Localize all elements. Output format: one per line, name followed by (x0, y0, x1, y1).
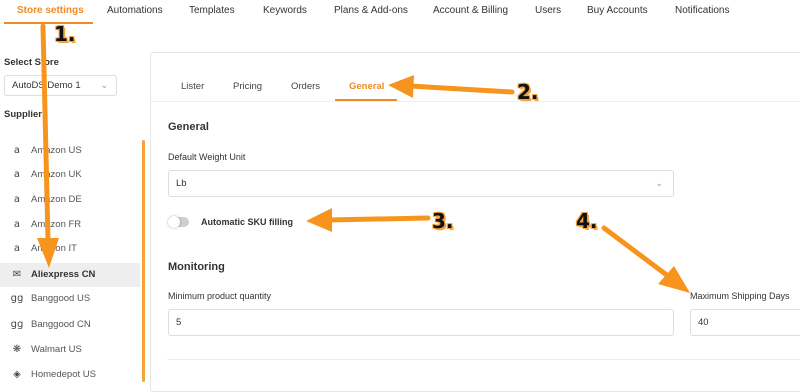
amazon-icon: a (13, 243, 21, 254)
step-1-marker: 1. (54, 22, 76, 46)
tab-automations[interactable]: Automations (107, 0, 163, 22)
sidebar-item-banggood-us[interactable]: gg Banggood US (0, 287, 140, 311)
tab-keywords[interactable]: Keywords (263, 0, 307, 22)
supplier-label-text: Banggood CN (31, 319, 91, 330)
amazon-icon: a (13, 219, 21, 230)
chevron-down-icon: ⌄ (100, 80, 108, 90)
tab-store-settings[interactable]: Store settings (17, 0, 84, 22)
max-shipping-label: Maximum Shipping Days (690, 291, 790, 301)
min-qty-input[interactable]: 5 (168, 309, 674, 336)
sidebar-item-amazon-us[interactable]: a Amazon US (0, 139, 140, 163)
step-4-marker: 4. (576, 209, 598, 233)
tab-users[interactable]: Users (535, 0, 561, 22)
banggood-icon: gg (10, 319, 24, 330)
amazon-icon: a (13, 194, 21, 205)
supplier-label-text: Amazon IT (31, 243, 77, 254)
step-2-marker: 2. (517, 80, 539, 104)
chevron-down-icon: ⌄ (655, 178, 663, 188)
max-shipping-value: 40 (698, 317, 709, 328)
settings-panel: Lister Pricing Orders General General De… (150, 52, 800, 392)
sidebar-item-amazon-de[interactable]: a Amazon DE (0, 188, 140, 212)
sidebar-item-homedepot-us[interactable]: ◈ Homedepot US (0, 363, 140, 387)
store-select[interactable]: AutoDS Demo 1 ⌄ (4, 75, 117, 96)
supplier-label-text: Banggood US (31, 293, 91, 304)
sidebar-item-amazon-fr[interactable]: a Amazon FR (0, 213, 140, 237)
min-qty-value: 5 (176, 317, 182, 328)
top-navigation: Store settings Automations Templates Key… (0, 0, 800, 24)
supplier-label-text: Amazon UK (31, 169, 82, 180)
homedepot-icon: ◈ (13, 369, 21, 380)
supplier-label-text: Homedepot US (31, 369, 96, 380)
amazon-icon: a (13, 145, 21, 156)
sidebar: Select Store AutoDS Demo 1 ⌄ Supplier a … (0, 24, 145, 382)
sidebar-scrollbar[interactable] (142, 140, 145, 382)
amazon-icon: a (13, 169, 21, 180)
sku-toggle[interactable] (168, 216, 189, 228)
min-qty-label: Minimum product quantity (168, 291, 272, 301)
weight-unit-label: Default Weight Unit (168, 152, 246, 162)
general-heading: General (168, 121, 209, 133)
weight-unit-value: Lb (176, 178, 187, 189)
weight-unit-select[interactable]: Lb ⌄ (168, 170, 674, 197)
tab-general[interactable]: General (349, 81, 384, 92)
max-shipping-input[interactable]: 40 (690, 309, 800, 336)
tab-buy-accounts[interactable]: Buy Accounts (587, 0, 648, 22)
tab-lister[interactable]: Lister (181, 81, 204, 92)
tab-plans-addons[interactable]: Plans & Add-ons (334, 0, 408, 22)
tab-pricing[interactable]: Pricing (233, 81, 262, 92)
step-3-marker: 3. (432, 209, 454, 233)
panel-divider (167, 359, 800, 360)
walmart-icon: ❋ (12, 344, 22, 355)
settings-subtabs: Lister Pricing Orders General (151, 53, 800, 102)
tab-notifications[interactable]: Notifications (675, 0, 729, 22)
supplier-label-text: Amazon DE (31, 194, 82, 205)
sku-toggle-label: Automatic SKU filling (201, 217, 293, 227)
store-select-value: AutoDS Demo 1 (12, 80, 81, 91)
sidebar-item-aliexpress-cn[interactable]: ✉ Aliexpress CN (0, 263, 140, 287)
supplier-label: Supplier (4, 109, 43, 120)
supplier-label-text: Amazon US (31, 145, 82, 156)
active-subtab-underline (335, 99, 397, 101)
monitoring-heading: Monitoring (168, 261, 225, 273)
supplier-label-text: Amazon FR (31, 219, 82, 230)
supplier-label-text: Walmart US (31, 344, 82, 355)
sidebar-item-banggood-cn[interactable]: gg Banggood CN (0, 313, 140, 337)
select-store-label: Select Store (4, 57, 59, 68)
sidebar-item-walmart-us[interactable]: ❋ Walmart US (0, 338, 140, 362)
sidebar-item-amazon-it[interactable]: a Amazon IT (0, 237, 140, 261)
aliexpress-icon: ✉ (12, 269, 22, 280)
tab-account-billing[interactable]: Account & Billing (433, 0, 508, 22)
supplier-label-text: Aliexpress CN (31, 269, 96, 280)
tab-orders[interactable]: Orders (291, 81, 320, 92)
sidebar-item-amazon-uk[interactable]: a Amazon UK (0, 163, 140, 187)
banggood-icon: gg (10, 293, 24, 304)
tab-templates[interactable]: Templates (189, 0, 235, 22)
toggle-knob (168, 216, 180, 228)
